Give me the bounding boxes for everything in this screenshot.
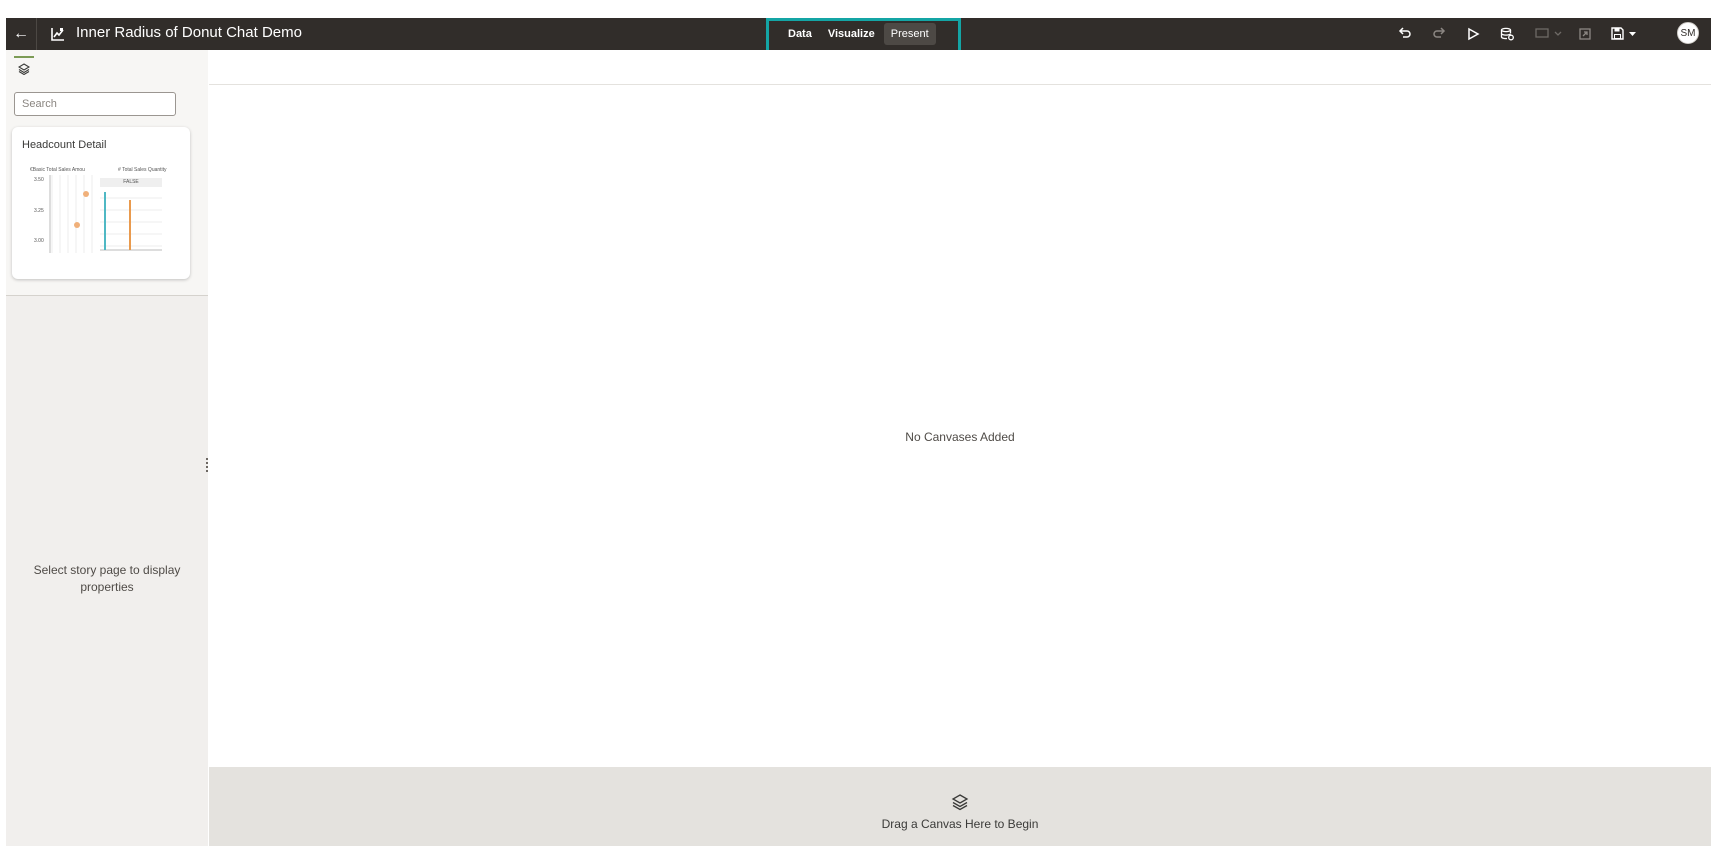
layers-icon	[18, 63, 30, 75]
avatar[interactable]: SM	[1677, 22, 1699, 44]
mini-bar-chart	[100, 192, 162, 251]
top-toolbar: ← Inner Radius of Donut Chat Demo Data V…	[6, 18, 1711, 50]
mini-y-tick: 3.50	[34, 177, 44, 183]
mini-scatter-chart	[49, 175, 93, 253]
tab-data[interactable]: Data	[781, 23, 819, 45]
story-header	[209, 50, 1711, 85]
layers-icon	[951, 794, 969, 811]
search-input[interactable]	[14, 92, 176, 116]
story-canvas-area: No Canvases Added	[209, 85, 1711, 767]
properties-message: Select story page to display properties	[33, 563, 181, 594]
tab-present[interactable]: Present	[883, 23, 936, 45]
back-button[interactable]: ←	[6, 18, 37, 50]
mini-chart-right-label: # Total Sales Quantity	[118, 167, 167, 173]
mini-scatter-point	[83, 191, 89, 197]
mini-y-tick: 3.00	[34, 238, 44, 244]
tab-visualize[interactable]: Visualize	[821, 23, 882, 45]
undo-icon[interactable]	[1396, 25, 1414, 43]
mini-bar	[104, 192, 106, 250]
export-icon[interactable]	[1576, 25, 1594, 43]
mini-y-tick: 3.25	[34, 208, 44, 214]
empty-canvas-message: No Canvases Added	[905, 430, 1015, 444]
mini-bar	[129, 200, 131, 250]
app-window: ← Inner Radius of Donut Chat Demo Data V…	[6, 18, 1711, 846]
data-refresh-icon[interactable]	[1498, 25, 1516, 43]
visualizations-tab[interactable]	[14, 56, 34, 80]
save-icon[interactable]	[1610, 25, 1640, 43]
mini-chart-left-label: €Basic Total Sales Amou	[30, 167, 85, 173]
mini-chart-right-header: FALSE	[100, 178, 162, 187]
viz-card-headcount-detail[interactable]: Headcount Detail €Basic Total Sales Amou…	[12, 127, 190, 279]
mini-scatter-point	[74, 222, 80, 228]
mode-switcher: Data Visualize Present	[781, 23, 936, 45]
play-icon[interactable]	[1464, 25, 1482, 43]
drop-zone-message: Drag a Canvas Here to Begin	[881, 817, 1039, 831]
redo-icon[interactable]	[1430, 25, 1448, 43]
comment-icon[interactable]	[1534, 25, 1564, 43]
back-arrow-icon: ←	[13, 25, 29, 42]
viz-card-title: Headcount Detail	[22, 139, 107, 151]
canvas-drop-zone[interactable]: Drag a Canvas Here to Begin	[209, 767, 1711, 846]
left-panel: Headcount Detail €Basic Total Sales Amou…	[6, 50, 208, 846]
chart-icon	[51, 28, 64, 41]
data-panel: Headcount Detail €Basic Total Sales Amou…	[6, 50, 208, 296]
project-title: Inner Radius of Donut Chat Demo	[76, 24, 302, 41]
